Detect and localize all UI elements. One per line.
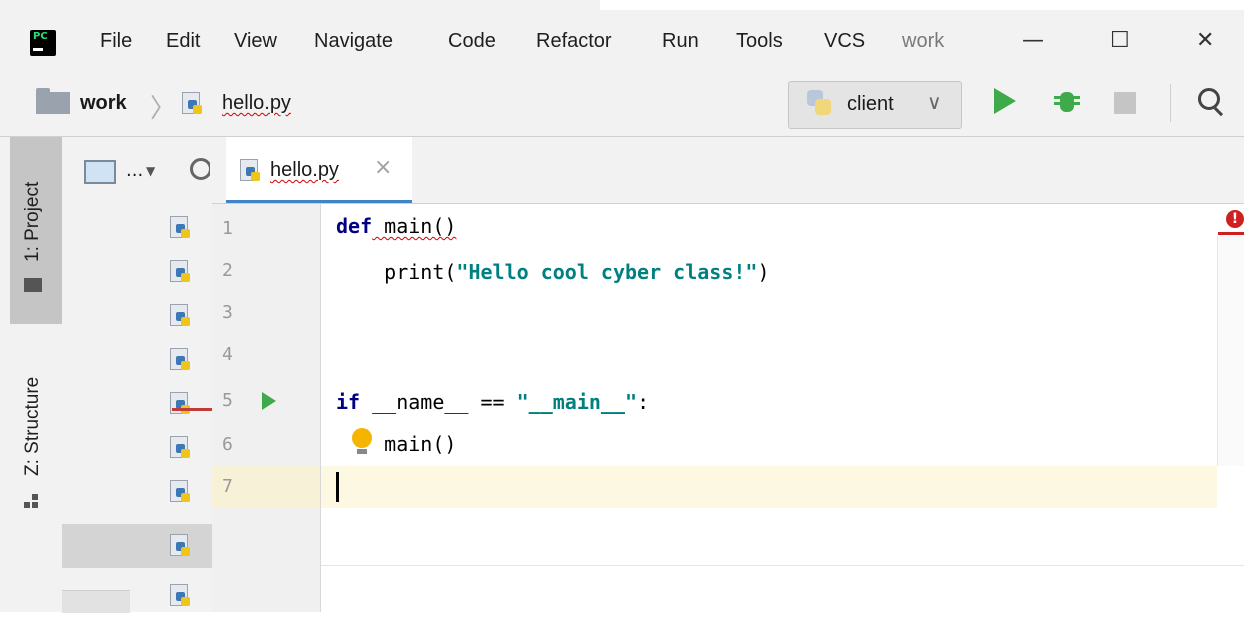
lightbulb-base xyxy=(357,449,367,454)
pycharm-logo-icon[interactable]: PC xyxy=(30,30,56,56)
string-literal: "Hello cool cyber class!" xyxy=(456,260,758,284)
structure-icon xyxy=(24,494,40,510)
python-file-icon xyxy=(240,159,262,183)
python-icon-yellow xyxy=(815,99,831,115)
code-text: : xyxy=(637,390,650,414)
code-text: print( xyxy=(384,260,457,284)
lightbulb-icon[interactable] xyxy=(352,428,372,448)
stop-icon[interactable] xyxy=(1114,92,1136,114)
menu-edit[interactable]: Edit xyxy=(166,30,200,53)
gear-icon[interactable] xyxy=(188,156,210,182)
python-file-icon xyxy=(170,392,192,416)
breadcrumb-file[interactable]: hello.py xyxy=(222,92,291,115)
breadcrumb-separator-icon: 〉 xyxy=(150,93,177,123)
tree-row-selected[interactable] xyxy=(62,524,212,568)
tab-hello-py[interactable]: hello.py × xyxy=(226,137,412,203)
python-file-icon xyxy=(170,436,192,460)
title-bar-strip xyxy=(600,0,1244,10)
menu-refactor[interactable]: Refactor xyxy=(536,30,612,53)
code-line-2: print("Hello cool cyber class!") xyxy=(336,260,770,284)
python-file-icon xyxy=(170,480,192,504)
text-caret xyxy=(336,472,339,502)
menu-navigate[interactable]: Navigate xyxy=(314,30,393,53)
run-config-label: client xyxy=(847,93,894,115)
error-stripe-marker xyxy=(172,408,212,411)
code-text: main() xyxy=(384,432,457,456)
minimize-button[interactable]: — xyxy=(1022,28,1044,53)
error-stripe[interactable] xyxy=(1218,232,1244,235)
panel-bottom-strip xyxy=(62,590,130,613)
python-file-icon xyxy=(170,584,192,608)
python-file-icon xyxy=(170,534,192,558)
line-number: 4 xyxy=(222,344,233,365)
tree-row[interactable] xyxy=(62,204,212,248)
menu-code[interactable]: Code xyxy=(448,30,496,53)
tree-row[interactable] xyxy=(62,336,212,380)
tool-window-structure-label[interactable]: Z: Structure xyxy=(22,377,44,476)
tree-row[interactable] xyxy=(62,424,212,468)
code-text: __name__ == xyxy=(360,390,517,414)
line-number: 2 xyxy=(222,260,233,281)
editor-scrollbar[interactable] xyxy=(1217,236,1244,466)
project-view-dropdown[interactable]: ... xyxy=(126,160,143,181)
tree-row[interactable] xyxy=(62,248,212,292)
breadcrumb-project[interactable]: work xyxy=(80,92,127,115)
code-text: main() xyxy=(372,214,457,238)
dropdown-arrow-icon[interactable]: ▼ xyxy=(146,164,155,178)
keyword: if xyxy=(336,390,361,414)
tool-window-project-label[interactable]: 1: Project xyxy=(22,182,44,262)
line-number: 7 xyxy=(222,476,233,497)
menu-run[interactable]: Run xyxy=(662,30,699,53)
python-file-icon xyxy=(170,304,192,328)
python-file-icon xyxy=(170,260,192,284)
tree-row[interactable] xyxy=(62,292,212,336)
python-file-icon xyxy=(182,92,204,116)
tree-row[interactable] xyxy=(62,468,212,512)
line-number: 6 xyxy=(222,434,233,455)
maximize-button[interactable]: ☐ xyxy=(1110,28,1130,53)
code-line-5: if __name__ == "__main__": xyxy=(336,390,649,414)
run-configuration-select[interactable]: client ∨ xyxy=(788,81,962,129)
current-line-highlight xyxy=(321,466,1217,508)
code-text: ) xyxy=(757,260,770,284)
line-number: 3 xyxy=(222,302,233,323)
close-window-button[interactable]: ✕ xyxy=(1196,28,1214,53)
project-folder-icon xyxy=(24,278,42,292)
line-number: 5 xyxy=(222,390,233,411)
tab-label: hello.py xyxy=(270,159,339,181)
search-icon[interactable] xyxy=(1196,86,1228,118)
chevron-down-icon: ∨ xyxy=(927,90,942,114)
project-view-icon[interactable] xyxy=(84,160,116,184)
python-file-icon xyxy=(170,348,192,372)
menu-view[interactable]: View xyxy=(234,30,277,53)
debug-icon[interactable] xyxy=(1052,86,1082,116)
python-file-icon xyxy=(170,216,192,240)
menu-file[interactable]: File xyxy=(100,30,132,53)
window-title: work xyxy=(902,30,945,52)
line-number: 1 xyxy=(222,218,233,239)
keyword: def xyxy=(336,214,373,238)
folder-icon xyxy=(36,88,70,114)
code-line-1: def main() xyxy=(336,214,456,238)
active-tab-indicator xyxy=(226,200,412,203)
error-icon[interactable]: ! xyxy=(1226,210,1244,228)
menu-tools[interactable]: Tools xyxy=(736,30,783,53)
editor-separator xyxy=(321,565,1244,566)
tree-row[interactable] xyxy=(62,380,212,424)
run-icon[interactable] xyxy=(994,88,1016,114)
menu-vcs[interactable]: VCS xyxy=(824,30,865,53)
toolbar-divider xyxy=(1170,84,1171,122)
gutter-run-icon[interactable] xyxy=(262,392,276,410)
close-tab-icon[interactable]: × xyxy=(374,155,392,180)
string-literal: "__main__" xyxy=(516,390,638,414)
